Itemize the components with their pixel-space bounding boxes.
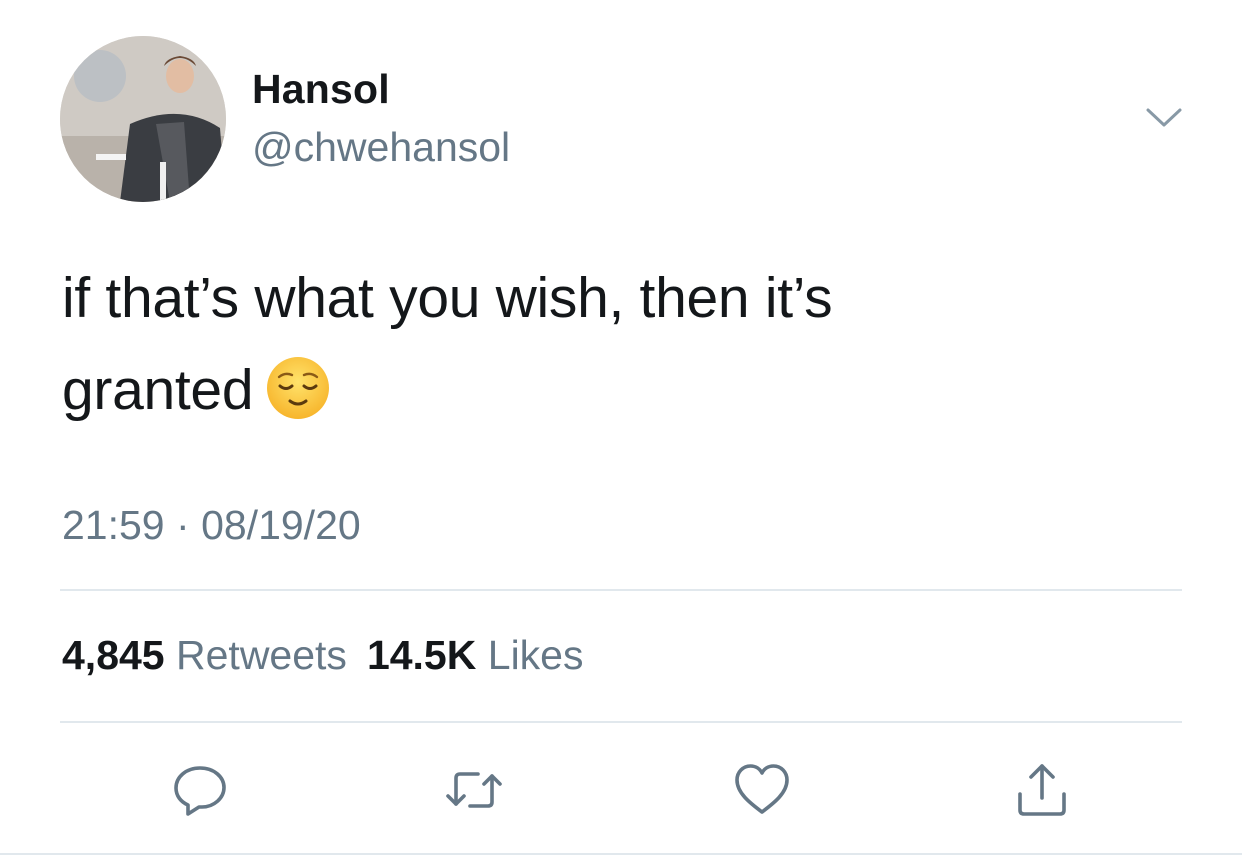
- tweet-card: Hansol @chwehansol if that’s what you wi…: [0, 0, 1242, 855]
- like-button[interactable]: [730, 758, 794, 822]
- share-icon: [1018, 764, 1066, 816]
- relieved-face-emoji-icon: [265, 355, 331, 421]
- user-handle[interactable]: @chwehansol: [252, 124, 510, 171]
- tweet-text-word: granted: [62, 358, 254, 422]
- divider: [60, 721, 1182, 723]
- avatar-photo: [60, 36, 226, 202]
- tweet-time: 21:59: [62, 502, 165, 548]
- retweet-icon: [446, 772, 502, 808]
- avatar[interactable]: [60, 36, 226, 202]
- likes-stat[interactable]: 14.5K Likes: [367, 632, 584, 678]
- tweet-text-line: granted: [62, 344, 1162, 436]
- divider: [60, 589, 1182, 591]
- reply-button[interactable]: [168, 758, 232, 822]
- tweet-text: if that’s what you wish, then it’s grant…: [62, 252, 1162, 436]
- likes-label: Likes: [487, 632, 584, 678]
- timestamp-separator: ·: [176, 502, 190, 548]
- retweet-button[interactable]: [442, 758, 506, 822]
- display-name[interactable]: Hansol: [252, 66, 390, 113]
- retweets-count: 4,845: [62, 632, 165, 678]
- reply-icon: [174, 766, 226, 816]
- tweet-stats: 4,845 Retweets 14.5K Likes: [62, 632, 583, 679]
- tweet-date: 08/19/20: [201, 502, 361, 548]
- likes-count: 14.5K: [366, 632, 477, 678]
- retweets-label: Retweets: [176, 632, 347, 678]
- chevron-down-icon[interactable]: [1144, 104, 1184, 132]
- share-button[interactable]: [1010, 758, 1074, 822]
- tweet-text-line: if that’s what you wish, then it’s: [62, 266, 833, 330]
- heart-icon: [735, 764, 789, 814]
- tweet-timestamp[interactable]: 21:59 · 08/19/20: [62, 502, 361, 549]
- retweets-stat[interactable]: 4,845 Retweets: [62, 632, 347, 678]
